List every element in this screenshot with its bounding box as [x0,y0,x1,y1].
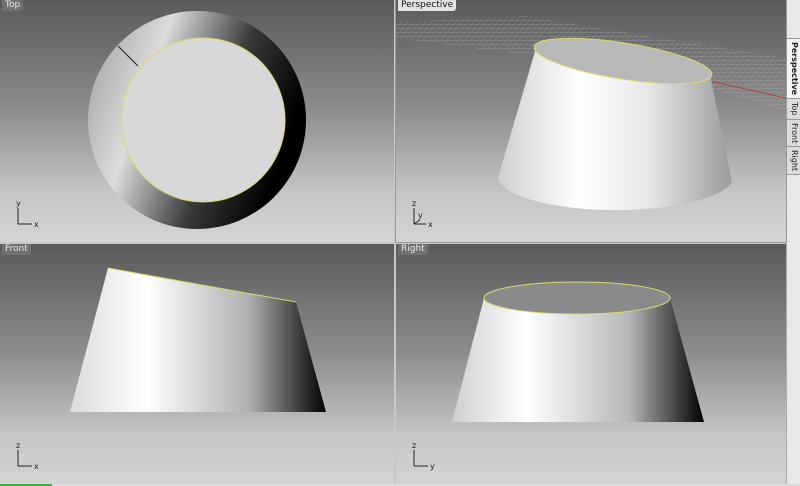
axis-indicator-front: z x [12,441,42,472]
axis-label-y: y [430,462,435,471]
front-viewport[interactable]: Front z x [0,244,394,484]
axis-label-z: z [16,441,20,450]
viewport-label-right[interactable]: Right [398,244,428,255]
perspective-viewport[interactable]: Perspective z y x [395,0,787,243]
tab-right[interactable]: Right [786,145,800,175]
viewport-label-top[interactable]: Top [2,0,24,11]
tab-top[interactable]: Top [786,98,800,120]
axis-indicator-top: y x [12,199,42,230]
viewport-label-front[interactable]: Front [2,244,31,255]
cone-profile [452,298,704,422]
axis-label-x: x [34,220,39,229]
axis-indicator-perspective: z y x [408,199,438,230]
viewport-label-perspective[interactable]: Perspective [398,0,457,11]
axis-label-z: z [412,441,416,450]
top-viewport[interactable]: Top y x [0,0,394,242]
axis-label-y: y [16,199,21,208]
axis-indicator-right: z y [408,441,438,472]
perspective-view-scene [396,16,786,211]
axis-label-x: x [34,462,39,471]
axis-label-z: z [412,199,416,208]
right-view-scene [452,281,704,422]
tab-front[interactable]: Front [786,118,800,147]
axis-label-y: y [418,211,423,220]
front-view-scene [70,267,326,412]
cone-top-face [483,281,671,315]
viewport-tabs: Perspective Top Front Right [786,38,800,175]
top-view-scene [88,11,306,229]
right-viewport[interactable]: Right z y [396,244,786,484]
cone-profile [70,268,326,412]
tab-perspective[interactable]: Perspective [786,38,800,100]
cone-top-face [120,37,286,203]
axis-label-x: x [428,220,433,229]
